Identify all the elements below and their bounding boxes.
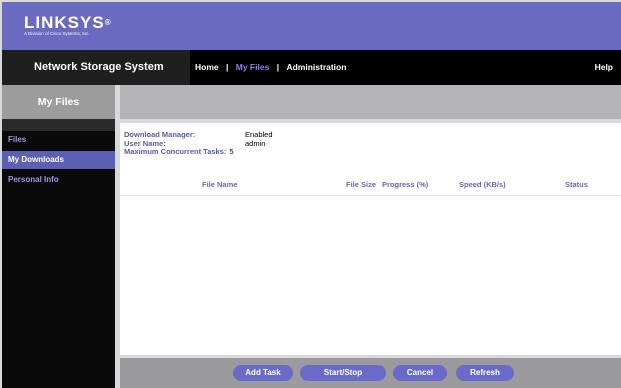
brand-bar: LINKSYS® A Division of Cisco Systems, In… bbox=[2, 2, 621, 50]
nav-link-help[interactable]: Help bbox=[595, 50, 613, 85]
column-header-file-size[interactable]: File Size bbox=[346, 180, 376, 189]
nav-separator: | bbox=[226, 62, 229, 72]
user-name-value: admin bbox=[245, 138, 266, 148]
logo-tagline: A Division of Cisco Systems, Inc. bbox=[24, 31, 90, 36]
max-tasks-label: Maximum Concurrent Tasks: bbox=[124, 147, 227, 156]
sidebar-item-my-downloads[interactable]: My Downloads bbox=[2, 151, 115, 169]
product-title: Network Storage System bbox=[2, 50, 190, 85]
nav-link-administration[interactable]: Administration bbox=[286, 50, 346, 85]
sidebar: My Files Files My Downloads Personal Inf… bbox=[2, 85, 115, 388]
nav-link-home[interactable]: Home bbox=[195, 50, 219, 85]
column-header-speed[interactable]: Speed (KB/s) bbox=[459, 180, 506, 189]
nav-separator: | bbox=[276, 62, 280, 72]
sidebar-menu: Files My Downloads Personal Info bbox=[2, 131, 115, 189]
logo-registered-mark: ® bbox=[104, 18, 112, 27]
nav-link-my-files[interactable]: My Files bbox=[236, 50, 270, 85]
column-header-progress[interactable]: Progress (%) bbox=[382, 180, 428, 189]
sidebar-divider bbox=[2, 119, 115, 131]
column-header-status[interactable]: Status bbox=[565, 180, 588, 189]
sidebar-item-personal-info[interactable]: Personal Info bbox=[2, 171, 115, 189]
linksys-logo: LINKSYS® A Division of Cisco Systems, In… bbox=[24, 13, 112, 37]
download-info: Download Manager: Enabled User Name: adm… bbox=[124, 130, 273, 157]
sidebar-header: My Files bbox=[2, 85, 115, 119]
sidebar-item-files[interactable]: Files bbox=[2, 131, 115, 149]
action-button-bar: Add Task Start/Stop Cancel Refresh bbox=[120, 358, 621, 388]
column-header-file-name[interactable]: File Name bbox=[202, 180, 237, 189]
nav-bar: Network Storage System Home | My Files |… bbox=[2, 50, 621, 85]
cancel-button[interactable]: Cancel bbox=[393, 365, 447, 381]
logo-text: LINKSYS bbox=[24, 13, 105, 32]
max-tasks-value: 5 bbox=[229, 147, 234, 156]
downloads-panel: Download Manager: Enabled User Name: adm… bbox=[120, 123, 621, 355]
start-stop-button[interactable]: Start/Stop bbox=[300, 365, 386, 381]
refresh-button[interactable]: Refresh bbox=[456, 365, 514, 381]
content-header-bar bbox=[120, 85, 621, 119]
add-task-button[interactable]: Add Task bbox=[233, 365, 293, 381]
table-divider bbox=[120, 195, 621, 196]
top-nav: Home | My Files | Administration bbox=[195, 50, 346, 85]
